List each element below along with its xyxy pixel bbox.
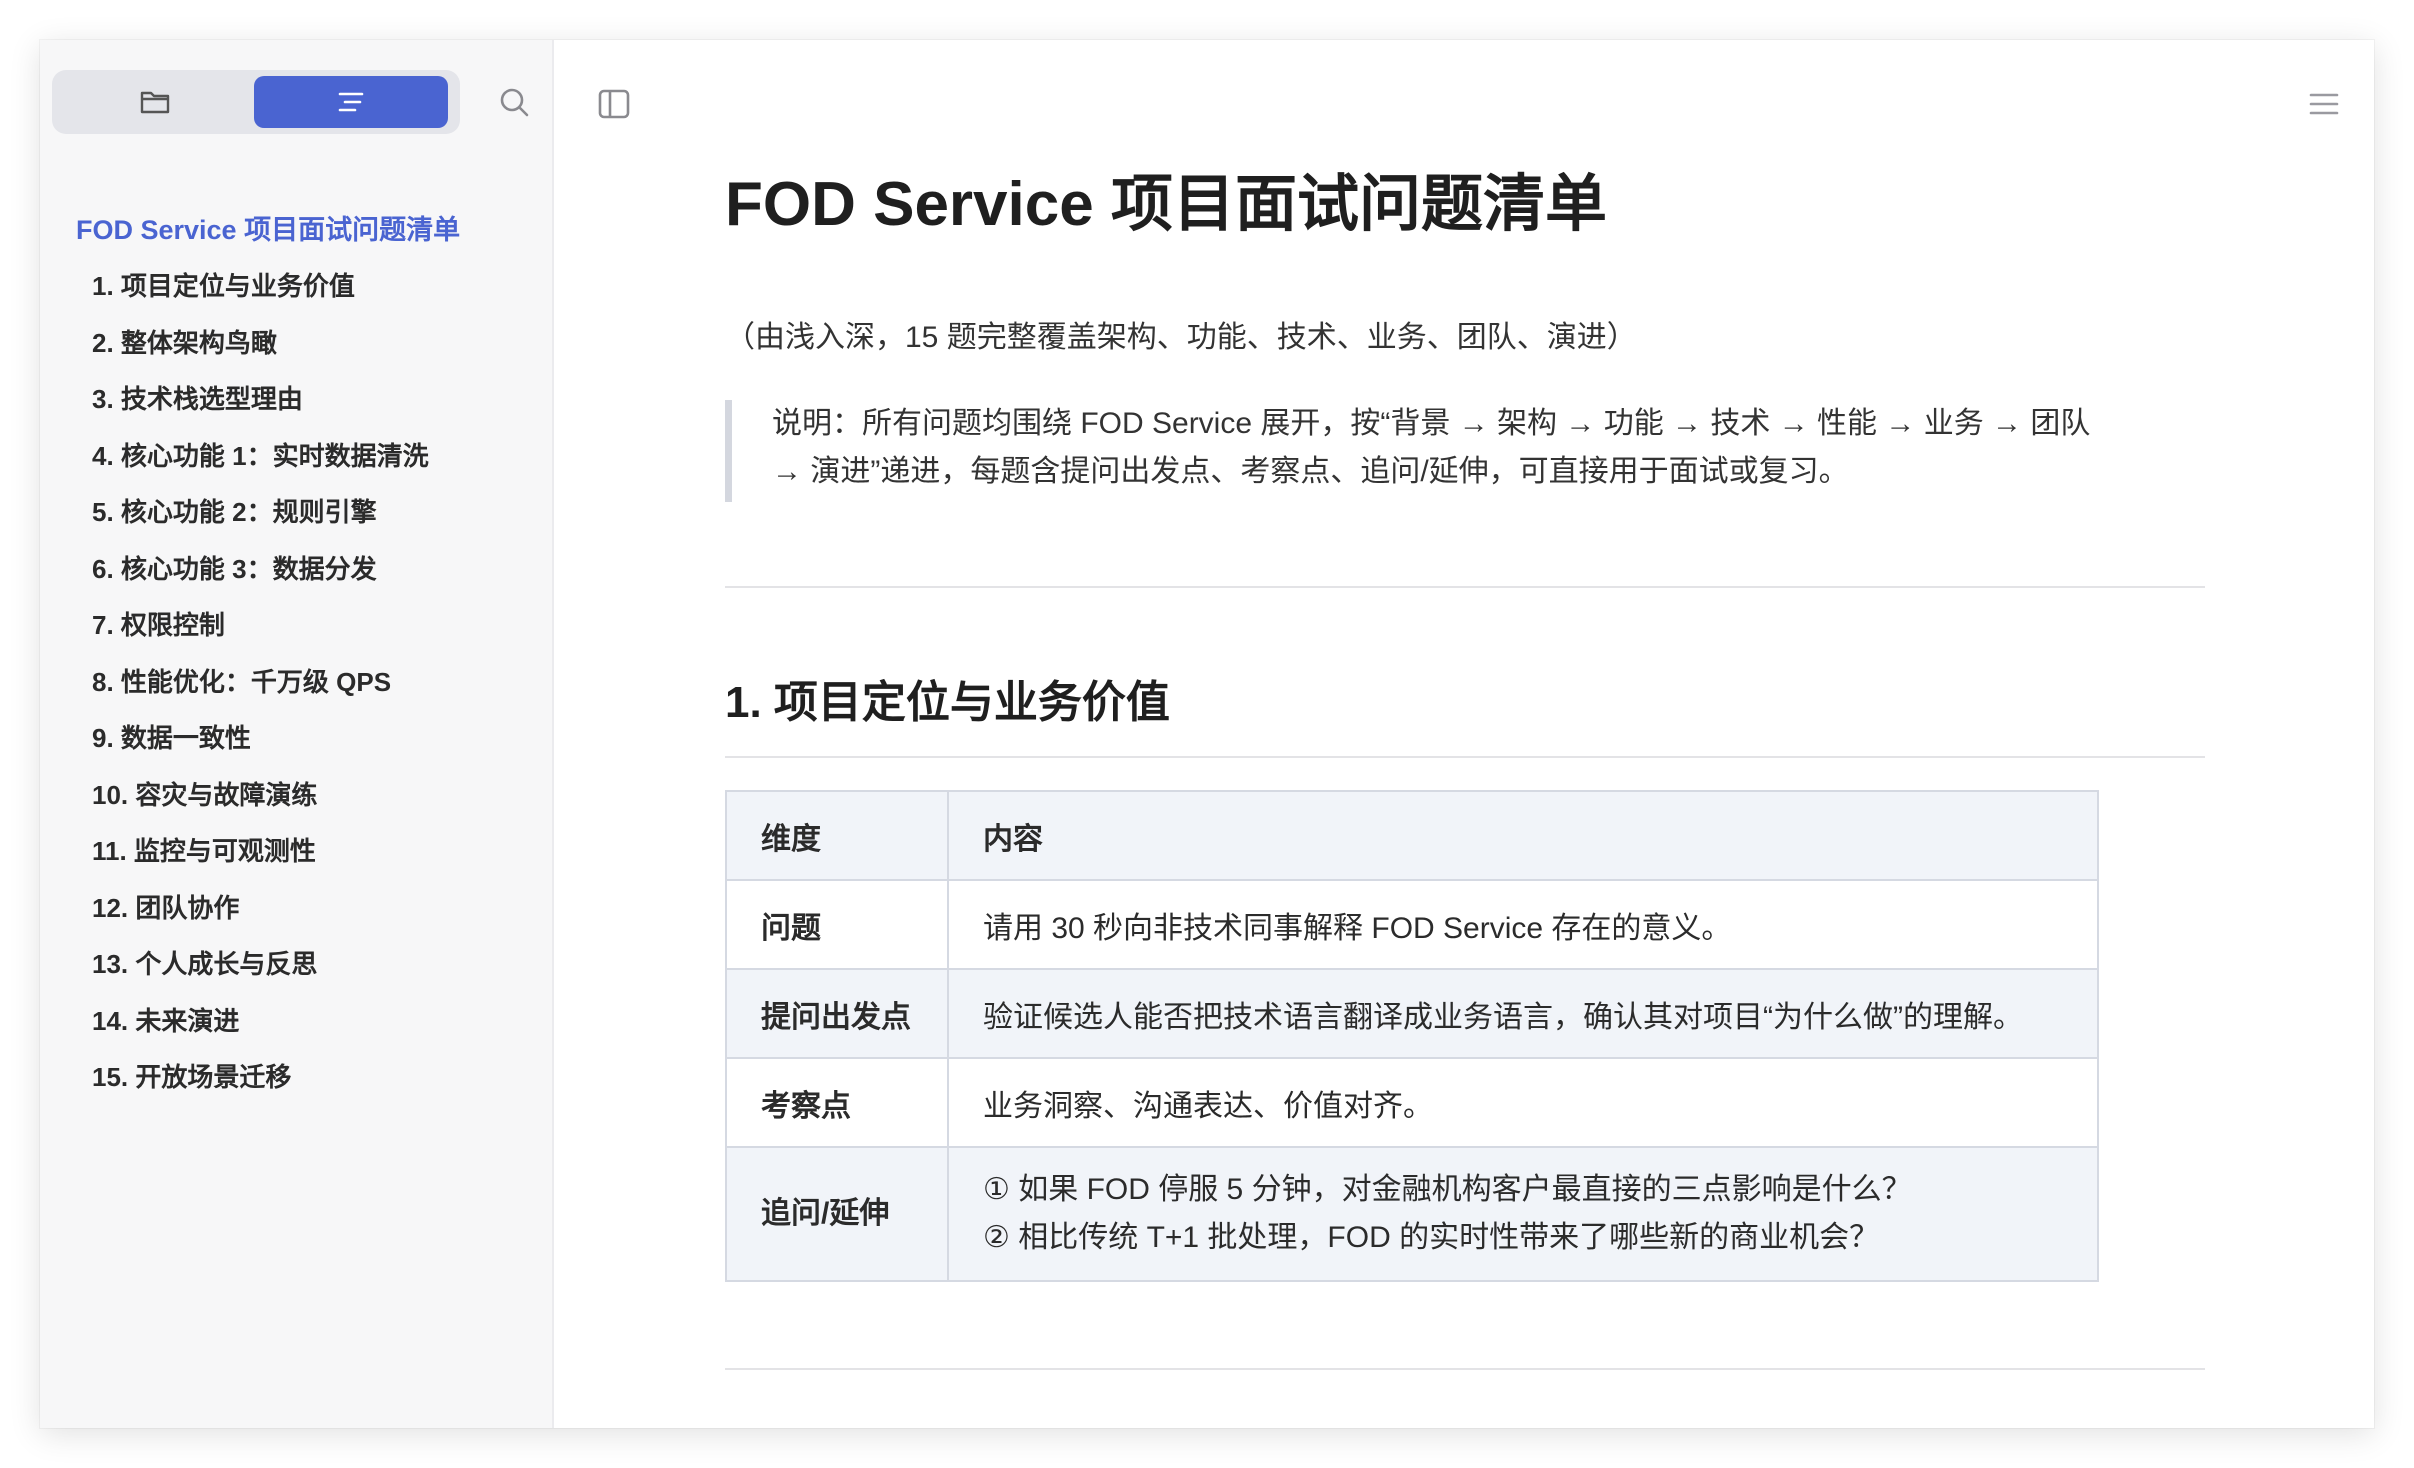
table-key-cell: 问题 [725, 879, 949, 970]
outline-item-11[interactable]: 11. 监控与可观测性 [76, 823, 546, 880]
outline-item-13[interactable]: 13. 个人成长与反思 [76, 936, 546, 993]
table-row: 提问出发点 验证候选人能否把技术语言翻译成业务语言，确认其对项目“为什么做”的理… [725, 968, 2099, 1059]
outline-icon [338, 92, 364, 112]
table-key-cell: 追问/延伸 [725, 1146, 949, 1282]
outline-item-6[interactable]: 6. 核心功能 3：数据分发 [76, 541, 546, 598]
table-header-cell: 维度 [725, 790, 949, 881]
table-header-row: 维度 内容 [725, 790, 2099, 881]
outline-item-4[interactable]: 4. 核心功能 1：实时数据清洗 [76, 428, 546, 485]
outline-item-1[interactable]: 1. 项目定位与业务价值 [76, 258, 546, 315]
table-row: 考察点 业务洞察、沟通表达、价值对齐。 [725, 1057, 2099, 1148]
outline-item-10[interactable]: 10. 容灾与故障演练 [76, 767, 546, 824]
section-heading-1: 1. 项目定位与业务价值 [725, 678, 1170, 727]
outline-list: FOD Service 项目面试问题清单 1. 项目定位与业务价值 2. 整体架… [76, 202, 546, 1106]
table-value-cell: ① 如果 FOD 停服 5 分钟，对金融机构客户最直接的三点影响是什么？ ② 相… [947, 1146, 2099, 1282]
table-value-cell: 业务洞察、沟通表达、价值对齐。 [947, 1057, 2099, 1148]
search-button[interactable] [490, 78, 538, 126]
section-1-table: 维度 内容 问题 请用 30 秒向非技术同事解释 FOD Service 存在的… [725, 790, 2099, 1282]
table-key-cell: 考察点 [725, 1057, 949, 1148]
document-subtitle: （由浅入深，15 题完整覆盖架构、功能、技术、业务、团队、演进） [725, 321, 1637, 354]
note-line-1: 说明：所有问题均围绕 FOD Service 展开，按“背景 → 架构 → 功能… [772, 407, 2091, 440]
note-blockquote: 说明：所有问题均围绕 FOD Service 展开，按“背景 → 架构 → 功能… [725, 400, 2205, 502]
outline-item-15[interactable]: 15. 开放场景迁移 [76, 1049, 546, 1106]
folder-icon [140, 91, 170, 114]
search-icon [500, 88, 529, 117]
sidebar-toggle-icon [598, 89, 630, 119]
horizontal-rule [725, 1368, 2205, 1370]
outline-item-7[interactable]: 7. 权限控制 [76, 597, 546, 654]
menu-button[interactable] [2304, 84, 2344, 124]
menu-icon [2309, 93, 2339, 115]
outline-item-8[interactable]: 8. 性能优化：千万级 QPS [76, 654, 546, 711]
table-header-cell: 内容 [947, 790, 2099, 881]
outline-item-9[interactable]: 9. 数据一致性 [76, 710, 546, 767]
table-value-cell: 请用 30 秒向非技术同事解释 FOD Service 存在的意义。 [947, 879, 2099, 970]
followup-line-1: ① 如果 FOD 停服 5 分钟，对金融机构客户最直接的三点影响是什么？ [983, 1173, 1912, 1206]
page-title: FOD Service 项目面试问题清单 [725, 170, 1607, 239]
toggle-sidebar-button[interactable] [594, 84, 634, 124]
horizontal-rule [725, 586, 2205, 588]
sidebar-toolbar [52, 70, 542, 134]
outline-item-5[interactable]: 5. 核心功能 2：规则引擎 [76, 484, 546, 541]
note-line-2: → 演进”递进，每题含提问出发点、考察点、追问/延伸，可直接用于面试或复习。 [772, 455, 1849, 488]
outline-item-doc-title[interactable]: FOD Service 项目面试问题清单 [76, 202, 546, 258]
app-window: FOD Service 项目面试问题清单 1. 项目定位与业务价值 2. 整体架… [40, 40, 2374, 1428]
outline-item-3[interactable]: 3. 技术栈选型理由 [76, 371, 546, 428]
document-content[interactable]: FOD Service 项目面试问题清单 （由浅入深，15 题完整覆盖架构、功能… [725, 150, 2205, 1370]
outline-item-14[interactable]: 14. 未来演进 [76, 993, 546, 1050]
table-row: 追问/延伸 ① 如果 FOD 停服 5 分钟，对金融机构客户最直接的三点影响是什… [725, 1146, 2099, 1282]
sidebar-view-switcher [52, 70, 460, 134]
heading-underline [725, 756, 2205, 758]
followup-line-2: ② 相比传统 T+1 批处理，FOD 的实时性带来了哪些新的商业机会？ [983, 1221, 1880, 1254]
sidebar: FOD Service 项目面试问题清单 1. 项目定位与业务价值 2. 整体架… [40, 40, 554, 1428]
outline-item-12[interactable]: 12. 团队协作 [76, 880, 546, 937]
table-value-cell: 验证候选人能否把技术语言翻译成业务语言，确认其对项目“为什么做”的理解。 [947, 968, 2099, 1059]
editor-pane: FOD Service 项目面试问题清单 （由浅入深，15 题完整覆盖架构、功能… [554, 40, 2374, 1428]
table-row: 问题 请用 30 秒向非技术同事解释 FOD Service 存在的意义。 [725, 879, 2099, 970]
files-tab-button[interactable] [58, 76, 252, 128]
outline-item-2[interactable]: 2. 整体架构鸟瞰 [76, 315, 546, 372]
outline-tab-button[interactable] [254, 76, 448, 128]
table-key-cell: 提问出发点 [725, 968, 949, 1059]
